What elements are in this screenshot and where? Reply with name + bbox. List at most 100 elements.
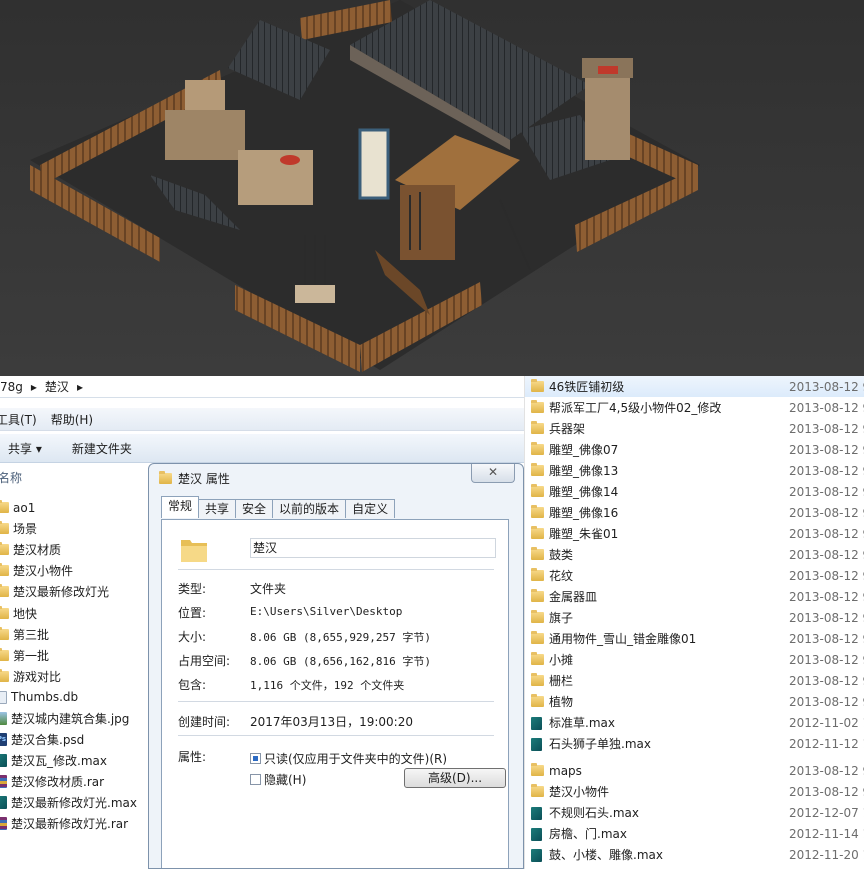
menu-bar: 工具(T) 帮助(H) <box>0 408 524 431</box>
file-date: 2013-08-12 9 <box>789 784 864 799</box>
table-row[interactable]: 46铁匠铺初级 2013-08-12 9 <box>525 376 864 397</box>
file-name: 栅栏 <box>549 674 574 688</box>
attributes-label: 属性: <box>178 750 207 764</box>
list-item-name: 楚汉材质 <box>13 543 62 558</box>
tab-general[interactable]: 常规 <box>161 496 200 518</box>
folder-icon <box>531 526 544 539</box>
table-row[interactable]: maps 2013-08-12 9 <box>525 760 864 781</box>
folder-icon <box>0 626 9 640</box>
address-bar[interactable]: 78g ▸ 楚汉 ▸ <box>0 376 524 398</box>
list-item[interactable]: 场景 <box>0 518 150 539</box>
list-item[interactable]: 楚汉最新修改灯光 <box>0 581 150 602</box>
table-row[interactable]: 雕塑_佛像13 2013-08-12 9 <box>525 460 864 481</box>
list-item[interactable]: 楚汉城内建筑合集.jpg <box>0 708 150 729</box>
file-date: 2013-08-12 9 <box>789 526 864 541</box>
blacksmith-scene-render <box>0 0 864 376</box>
general-tab-panel: 楚汉 类型: 文件夹 位置: E:\Users\Silver\Desktop 大… <box>161 519 509 868</box>
tab-sharing[interactable]: 共享 <box>198 499 237 518</box>
file-list: ao1 场景楚汉材质楚汉小物件楚汉最新修改灯光地快第三批 第一批游戏对比 Thumbs… <box>0 497 150 835</box>
file-date: 2013-08-12 9 <box>789 631 864 646</box>
table-row[interactable]: 植物 2013-08-12 9 <box>525 691 864 712</box>
name-column-label: 名称 <box>0 470 23 485</box>
table-row[interactable]: 栅栏 2013-08-12 9 <box>525 670 864 691</box>
list-item[interactable]: Ps 楚汉合集.psd <box>0 729 150 750</box>
table-row[interactable]: 雕塑_佛像16 2013-08-12 9 <box>525 502 864 523</box>
list-item[interactable]: 楚汉修改材质.rar <box>0 771 150 792</box>
max-file-icon <box>531 738 542 751</box>
list-item[interactable]: 第一批 <box>0 645 150 666</box>
psd-file-icon: Ps <box>0 733 7 747</box>
list-item[interactable]: Thumbs.db <box>0 687 150 708</box>
folder-icon <box>0 563 9 577</box>
divider <box>178 569 494 570</box>
hidden-checkbox[interactable]: 隐藏(H) <box>250 771 306 788</box>
file-date: 2013-08-12 9 <box>789 547 864 562</box>
file-date: 2013-08-12 9 <box>789 421 864 436</box>
readonly-checkbox-box[interactable] <box>250 753 261 764</box>
tab-security[interactable]: 安全 <box>235 499 274 518</box>
list-item-name: 楚汉小物件 <box>13 564 74 579</box>
list-item-name: 游戏对比 <box>13 669 62 684</box>
location-value: E:\Users\Silver\Desktop <box>250 605 403 618</box>
menu-tools[interactable]: 工具(T) <box>0 411 37 428</box>
file-name: 石头狮子单独.max <box>549 737 651 751</box>
folder-name-input[interactable]: 楚汉 <box>250 538 496 558</box>
breadcrumb-item[interactable]: 78g <box>0 380 23 394</box>
table-row[interactable]: 标准草.max 2012-11-02 1 <box>525 712 864 733</box>
file-name: 雕塑_佛像13 <box>549 464 619 478</box>
list-item[interactable]: 第三批 <box>0 624 150 645</box>
list-item[interactable]: ao1 <box>0 497 150 518</box>
table-row[interactable]: 通用物件_雪山_错金雕像01 2013-08-12 9 <box>525 628 864 649</box>
new-folder-button[interactable]: 新建文件夹 <box>72 440 132 457</box>
list-item[interactable]: 楚汉最新修改灯光.max <box>0 792 150 813</box>
list-item[interactable]: 游戏对比 <box>0 666 150 687</box>
table-row[interactable]: 鼓类 2013-08-12 9 <box>525 544 864 565</box>
table-row[interactable]: 雕塑_朱雀01 2013-08-12 9 <box>525 523 864 544</box>
advanced-button[interactable]: 高级(D)... <box>404 768 506 788</box>
file-date: 2012-12-07 1 <box>789 805 864 820</box>
folder-icon <box>531 784 544 797</box>
close-icon[interactable]: ✕ <box>471 464 515 483</box>
table-row[interactable]: 石头狮子单独.max 2012-11-12 1 <box>525 733 864 754</box>
name-column-header[interactable]: 名称 <box>0 466 150 488</box>
table-row[interactable]: 楚汉小物件 2013-08-12 9 <box>525 781 864 802</box>
tab-previous-versions[interactable]: 以前的版本 <box>272 499 347 518</box>
list-item-name: 地快 <box>13 606 38 621</box>
file-name: 通用物件_雪山_错金雕像01 <box>549 632 697 646</box>
list-item[interactable]: 楚汉小物件 <box>0 560 150 581</box>
tab-customize[interactable]: 自定义 <box>345 499 396 518</box>
table-row[interactable]: 雕塑_佛像14 2013-08-12 9 <box>525 481 864 502</box>
db-file-icon <box>0 690 7 704</box>
folder-icon <box>531 463 544 476</box>
table-row[interactable]: 花纹 2013-08-12 9 <box>525 565 864 586</box>
table-row[interactable]: 不规则石头.max 2012-12-07 1 <box>525 802 864 823</box>
file-name: 鼓类 <box>549 548 574 562</box>
table-row[interactable]: 帮派军工厂4,5级小物件02_修改 2013-08-12 9 <box>525 397 864 418</box>
file-date: 2013-08-12 9 <box>789 505 864 520</box>
file-name: 雕塑_佛像14 <box>549 485 619 499</box>
folder-icon <box>531 484 544 497</box>
share-button[interactable]: 共享 ▾ <box>8 440 42 457</box>
list-item[interactable]: 楚汉材质 <box>0 539 150 560</box>
breadcrumb-item[interactable]: 楚汉 <box>45 378 69 395</box>
file-date: 2013-08-12 9 <box>789 589 864 604</box>
breadcrumb-dropdown-icon[interactable]: ▸ <box>77 380 83 394</box>
readonly-checkbox[interactable]: 只读(仅应用于文件夹中的文件)(R) <box>250 750 447 767</box>
file-name: 兵器架 <box>549 422 586 436</box>
table-row[interactable]: 旗子 2013-08-12 9 <box>525 607 864 628</box>
file-date: 2013-08-12 9 <box>789 568 864 583</box>
file-name: 楚汉小物件 <box>549 785 610 799</box>
table-row[interactable]: 小摊 2013-08-12 9 <box>525 649 864 670</box>
table-row[interactable]: 兵器架 2013-08-12 9 <box>525 418 864 439</box>
list-item[interactable]: 楚汉瓦_修改.max <box>0 750 150 771</box>
folder-icon <box>531 421 544 434</box>
file-date: 2013-08-12 9 <box>789 400 864 415</box>
table-row[interactable]: 鼓、小楼、雕像.max 2012-11-20 1 <box>525 844 864 865</box>
menu-help[interactable]: 帮助(H) <box>51 411 93 428</box>
hidden-checkbox-box[interactable] <box>250 774 261 785</box>
list-item[interactable]: 地快 <box>0 602 150 623</box>
list-item[interactable]: 楚汉最新修改灯光.rar <box>0 813 150 834</box>
table-row[interactable]: 雕塑_佛像07 2013-08-12 9 <box>525 439 864 460</box>
table-row[interactable]: 房檐、门.max 2012-11-14 1 <box>525 823 864 844</box>
table-row[interactable]: 金属器皿 2013-08-12 9 <box>525 586 864 607</box>
